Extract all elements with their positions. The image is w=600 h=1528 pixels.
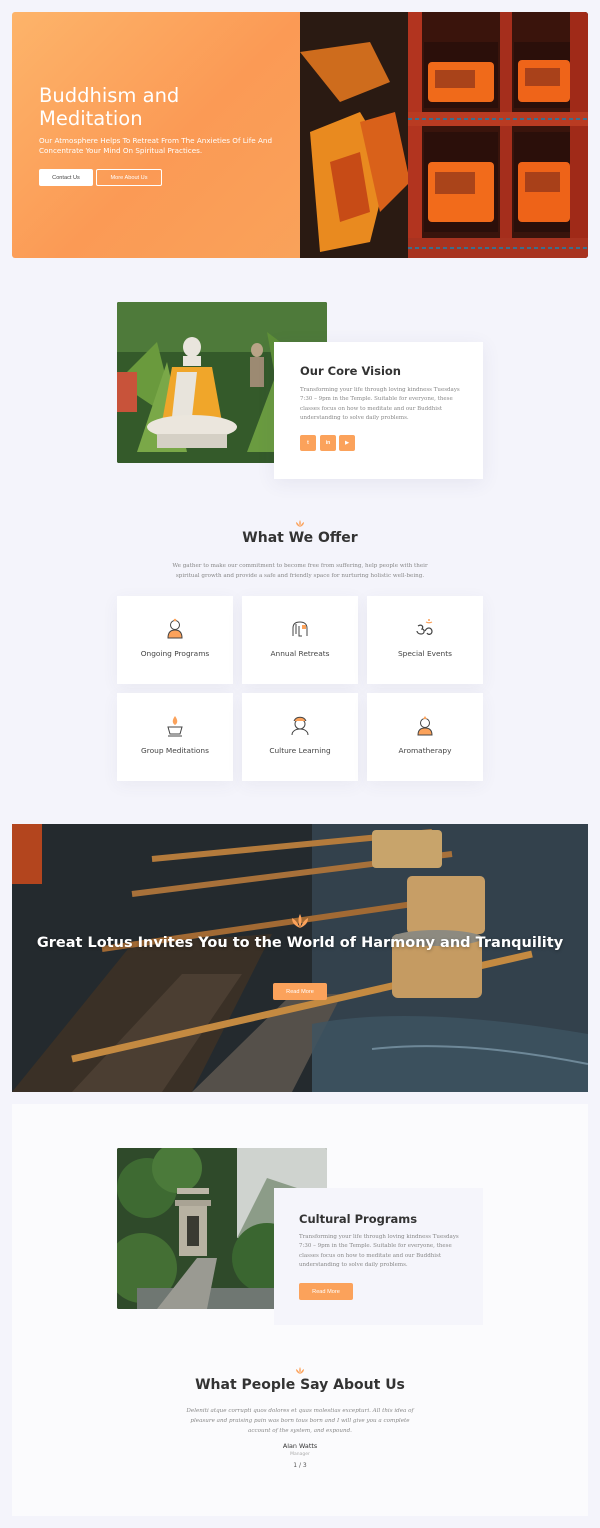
cultural-text: Transforming your life through loving ki… — [299, 1234, 459, 1269]
offer-description: We gather to make our commitment to beco… — [172, 563, 428, 579]
testimonials-title: What People Say About Us — [195, 1377, 405, 1393]
elephant-icon — [292, 621, 308, 637]
buddha-icon — [167, 618, 183, 639]
vision-text: Transforming your life through loving ki… — [300, 387, 460, 422]
lotus-icon — [296, 1367, 304, 1374]
linkedin-icon[interactable]: in — [320, 435, 336, 451]
twitter-icon[interactable]: t — [300, 435, 316, 451]
water-bamboo-illustration — [12, 824, 588, 1092]
vision-title: Our Core Vision — [300, 364, 401, 378]
offer-label: Ongoing Programs — [140, 649, 210, 658]
contact-us-button[interactable]: Contact Us — [39, 169, 93, 186]
offer-card-culture-learning[interactable]: Culture Learning — [242, 693, 358, 781]
hero-title: Buddhism and Meditation — [39, 84, 180, 130]
offer-card-ongoing-programs[interactable]: Ongoing Programs — [117, 596, 233, 684]
hero-subtitle: Our Atmosphere Helps To Retreat From The… — [39, 136, 273, 155]
core-vision-card: Our Core Vision Transforming your life t… — [274, 342, 483, 479]
offer-title: What We Offer — [242, 530, 358, 546]
more-about-us-button[interactable]: More About Us — [96, 169, 162, 186]
offer-card-annual-retreats[interactable]: Annual Retreats — [242, 596, 358, 684]
youtube-icon[interactable]: ▶ — [339, 435, 355, 451]
offer-label: Culture Learning — [269, 746, 331, 755]
cultural-title: Cultural Programs — [299, 1212, 418, 1226]
flame-bowl-icon — [167, 716, 183, 737]
om-icon — [416, 619, 433, 635]
testimonial-role: Manager — [290, 1452, 310, 1457]
offer-card-group-meditations[interactable]: Group Meditations — [117, 693, 233, 781]
monk-icon — [417, 716, 433, 736]
hero-section: Buddhism and Meditation Our Atmosphere H… — [12, 12, 588, 258]
cultural-read-more-button[interactable]: Read More — [299, 1283, 353, 1300]
offer-label: Annual Retreats — [270, 649, 330, 658]
lotus-banner — [12, 824, 588, 1092]
testimonial-quote: Deleniti atque corrupti quos dolores et … — [186, 1408, 414, 1434]
offer-label: Group Meditations — [141, 746, 209, 755]
offer-label: Special Events — [397, 649, 452, 658]
offer-card-aromatherapy[interactable]: Aromatherapy — [367, 693, 483, 781]
hero-panel — [12, 12, 300, 258]
deity-icon — [291, 716, 309, 736]
lotus-icon — [296, 520, 304, 527]
offer-label: Aromatherapy — [398, 746, 452, 755]
banner-read-more-button[interactable]: Read More — [273, 983, 327, 1000]
monastery-shelves-illustration — [300, 12, 588, 258]
testimonial-author: Alan Watts — [282, 1442, 318, 1450]
hero-image-monk-shelves — [300, 12, 588, 258]
cultural-programs-card: Cultural Programs Transforming your life… — [274, 1188, 483, 1325]
banner-title: Great Lotus Invites You to the World of … — [36, 935, 564, 951]
testimonial-pager[interactable]: 1 / 3 — [0, 1462, 600, 1469]
lotus-icon — [292, 914, 308, 928]
offer-card-special-events[interactable]: Special Events — [367, 596, 483, 684]
